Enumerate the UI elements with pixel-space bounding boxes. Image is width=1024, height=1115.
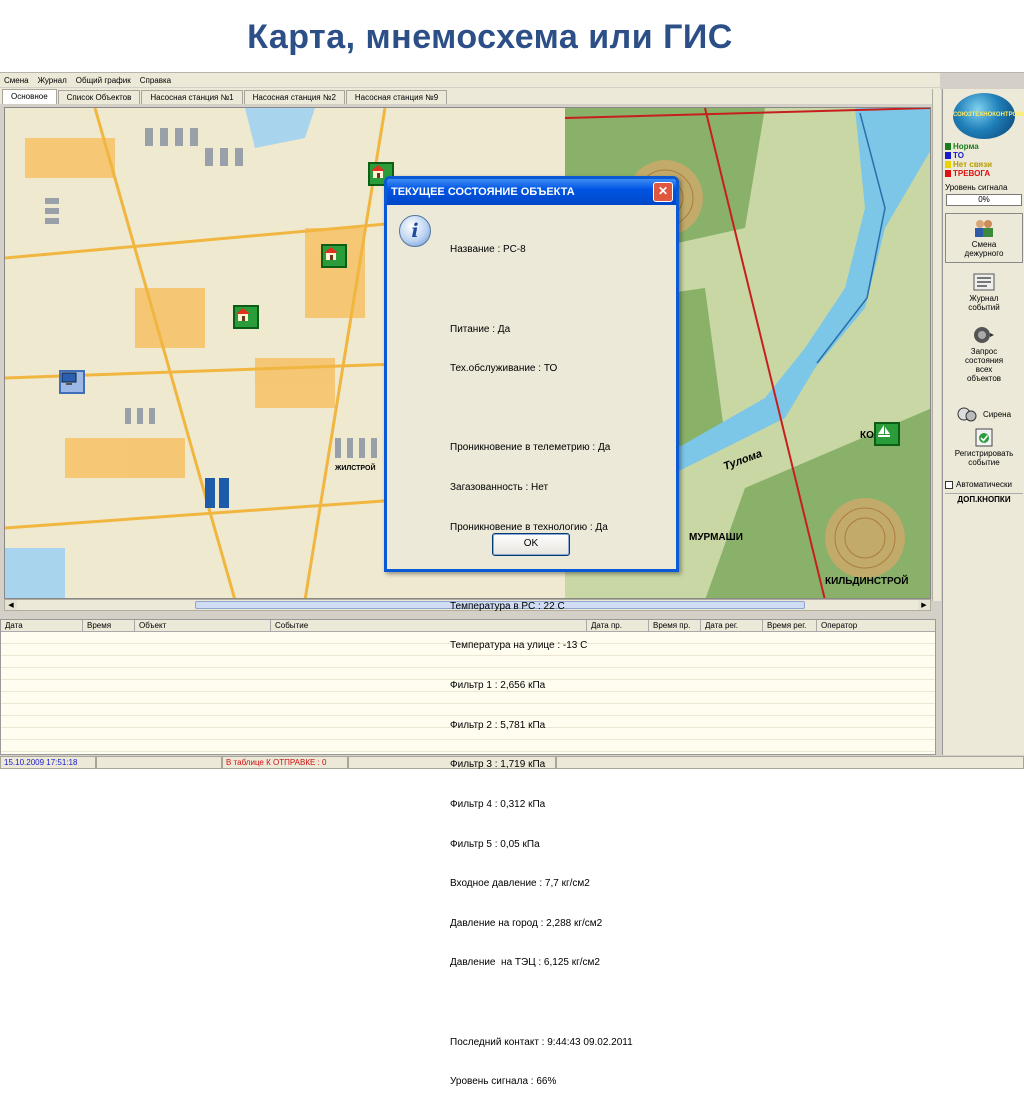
- shift-change-label: Смена дежурного: [964, 240, 1004, 258]
- siren-icon: [957, 407, 977, 422]
- status-datetime: 15.10.2009 17:51:18: [0, 756, 96, 769]
- legend-no-link: Нет связи: [945, 160, 992, 169]
- dialog-line: Входное давление : 7,7 кг/см2: [450, 878, 590, 890]
- legend-to: ТО: [945, 151, 992, 160]
- dialog-line: Проникновение в телеметрию : Да: [450, 442, 611, 454]
- menu-schedule[interactable]: Общий график: [76, 76, 131, 85]
- status-empty-1: [96, 756, 222, 769]
- dialog-line: Питание : Да: [450, 323, 511, 335]
- clipboard-check-icon: [975, 428, 993, 447]
- dialog-line: [450, 402, 676, 415]
- dialog-title: ТЕКУЩЕЕ СОСТОЯНИЕ ОБЪЕКТА: [391, 186, 575, 198]
- map-label-zhilstroy: ЖИЛСТРОЙ: [334, 463, 375, 472]
- menu-bar: Смена Журнал Общий график Справка: [0, 73, 940, 87]
- legend-norm: Норма: [945, 142, 992, 151]
- legend-alarm-label: ТРЕВОГА: [953, 169, 991, 178]
- legend-norm-label: Норма: [953, 142, 979, 151]
- house-icon: [236, 308, 250, 321]
- house-icon: [371, 165, 385, 178]
- menu-journal[interactable]: Журнал: [38, 76, 67, 85]
- boat-icon: [878, 425, 890, 437]
- company-logo: СОЮЗТЕХНОКОНТРОЛЬ: [953, 93, 1024, 139]
- dialog-line: Уровень сигнала : 66%: [450, 1076, 557, 1088]
- siren-label: Сирена: [983, 409, 1012, 419]
- dialog-line: Последний контакт : 9:44:43 09.02.2011: [450, 1036, 633, 1048]
- dialog-line: Проникновение в технологию : Да: [450, 521, 608, 533]
- dialog-line: Фильтр 2 : 5,781 кПа: [450, 719, 546, 731]
- dialog-line: Загазованность : Нет: [450, 482, 549, 494]
- dialog-line: Температура в РС : 22 С: [450, 600, 565, 612]
- auto-checkbox[interactable]: [945, 480, 953, 489]
- legend-alarm: ТРЕВОГА: [945, 169, 992, 178]
- dialog-line: Фильтр 5 : 0,05 кПа: [450, 838, 540, 850]
- dialog-line: Давление на ТЭЦ : 6,125 кг/см2: [450, 957, 600, 969]
- register-event-button[interactable]: Регистрировать событие: [945, 427, 1023, 467]
- side-panel: СОЮЗТЕХНОКОНТРОЛЬ Норма ТО Нет связи ТРЕ…: [942, 89, 1024, 755]
- tab-object-list[interactable]: Список Объектов: [57, 90, 141, 104]
- close-icon[interactable]: ✕: [653, 182, 673, 202]
- dialog-line: Тех.обслуживание : ТО: [450, 363, 558, 375]
- col-operator[interactable]: Оператор: [817, 620, 935, 631]
- status-queue: В таблице К ОТПРАВКЕ : 0: [222, 756, 348, 769]
- dialog-line: Фильтр 4 : 0,312 кПа: [450, 798, 546, 810]
- extra-buttons-button[interactable]: ДОП.КНОПКИ: [945, 493, 1023, 505]
- query-all-objects-label: Запрос состояния всех объектов: [964, 347, 1004, 383]
- house-icon: [324, 247, 338, 260]
- operators-icon: [975, 220, 993, 237]
- register-event-label: Регистрировать событие: [954, 449, 1014, 467]
- dialog-line: Температура на улице : -13 С: [450, 640, 588, 652]
- dialog-line: Фильтр 3 : 1,719 кПа: [450, 759, 546, 771]
- col-registered-date[interactable]: Дата рег.: [701, 620, 763, 631]
- tab-bar: Основное Список Объектов Насосная станци…: [0, 88, 940, 104]
- dialog-content: Название : РС-8 Питание : Да Тех.обслужи…: [450, 217, 676, 1115]
- menu-shift[interactable]: Смена: [4, 76, 29, 85]
- map-label-kildinstroy: КИЛЬДИНСТРОЙ: [825, 574, 908, 587]
- dialog-line: Название : РС-8: [450, 244, 526, 256]
- tab-pump-station-9[interactable]: Насосная станция №9: [345, 90, 448, 104]
- info-icon: i: [399, 215, 431, 247]
- logo-text: СОЮЗТЕХНОКОНТРОЛЬ: [953, 112, 1024, 118]
- computer-icon: [61, 372, 77, 385]
- object-marker-boat[interactable]: [874, 422, 900, 446]
- tab-pump-station-2[interactable]: Насосная станция №2: [243, 90, 345, 104]
- col-registered-time[interactable]: Время рег.: [763, 620, 817, 631]
- satellite-icon: [974, 327, 994, 343]
- scroll-left-arrow[interactable]: ◀: [5, 600, 17, 610]
- status-legend: Норма ТО Нет связи ТРЕВОГА: [945, 142, 992, 178]
- object-marker-house[interactable]: [233, 305, 259, 329]
- tab-pump-station-1[interactable]: Насосная станция №1: [141, 90, 243, 104]
- object-status-dialog: ТЕКУЩЕЕ СОСТОЯНИЕ ОБЪЕКТА ✕ i Название :…: [384, 176, 679, 1087]
- col-date[interactable]: Дата: [1, 620, 83, 631]
- auto-checkbox-label: Автоматически: [956, 480, 1012, 489]
- legend-no-link-label: Нет связи: [953, 160, 993, 169]
- map-vertical-scrollbar[interactable]: [932, 89, 941, 601]
- map-label-murmash: МУРМАШИ: [689, 532, 743, 543]
- object-marker-computer[interactable]: [59, 370, 85, 394]
- signal-level-value: 0%: [946, 194, 1022, 206]
- scroll-right-arrow[interactable]: ▶: [918, 600, 930, 610]
- tab-main[interactable]: Основное: [2, 89, 57, 104]
- auto-checkbox-row[interactable]: Автоматически: [945, 480, 1012, 489]
- dialog-line: Фильтр 1 : 2,656 кПа: [450, 680, 546, 692]
- dialog-line: [450, 283, 676, 296]
- signal-level-label: Уровень сигнала: [945, 183, 1008, 192]
- query-all-objects-button[interactable]: Запрос состояния всех объектов: [945, 325, 1023, 383]
- dialog-title-bar[interactable]: ТЕКУЩЕЕ СОСТОЯНИЕ ОБЪЕКТА ✕: [387, 179, 676, 205]
- col-object[interactable]: Объект: [135, 620, 271, 631]
- dialog-line: Давление на город : 2,288 кг/см2: [450, 917, 603, 929]
- shift-change-button[interactable]: Смена дежурного: [945, 213, 1023, 263]
- dialog-line: [450, 560, 676, 573]
- legend-to-label: ТО: [953, 151, 964, 160]
- event-journal-label: Журнал событий: [968, 294, 1000, 312]
- slide-title: Карта, мнемосхема или ГИС: [247, 18, 733, 56]
- journal-icon: [973, 273, 995, 291]
- siren-button[interactable]: Сирена: [957, 406, 1011, 422]
- event-journal-button[interactable]: Журнал событий: [945, 272, 1023, 312]
- ok-button[interactable]: OK: [492, 533, 570, 556]
- object-marker-house[interactable]: [321, 244, 347, 268]
- menu-help[interactable]: Справка: [140, 76, 171, 85]
- col-time[interactable]: Время: [83, 620, 135, 631]
- dialog-line: [450, 996, 676, 1009]
